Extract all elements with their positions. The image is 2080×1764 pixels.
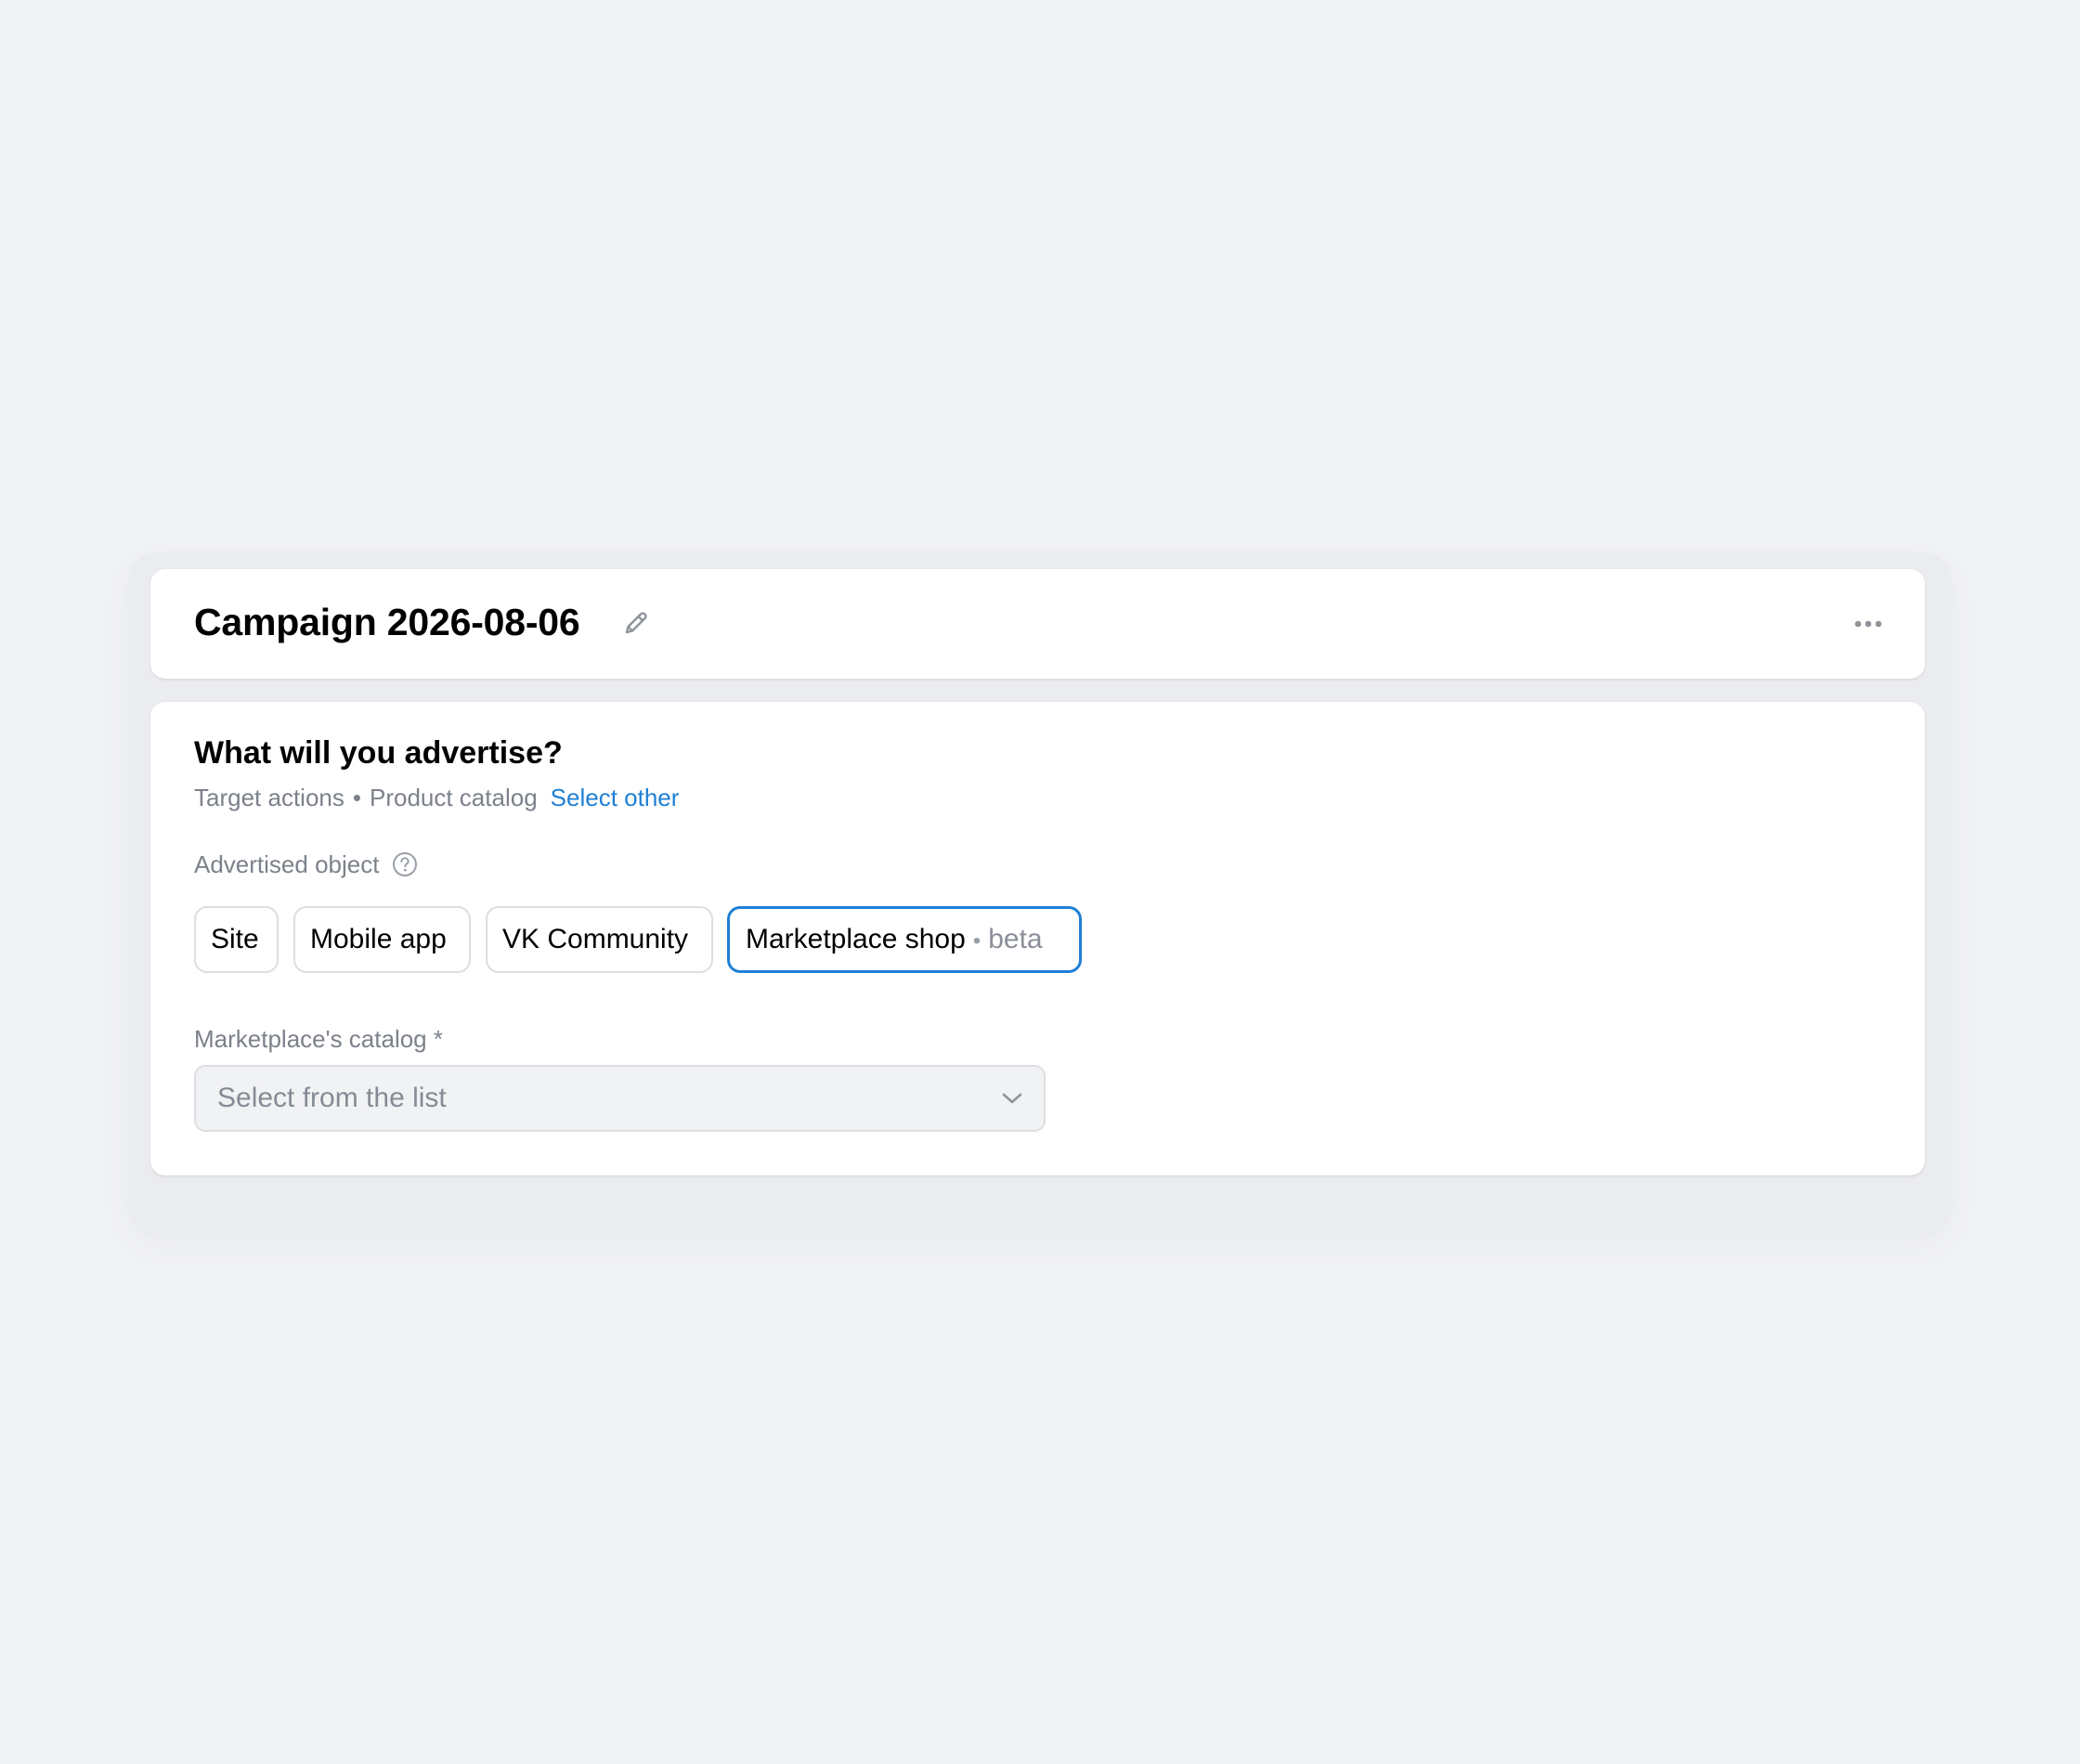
chevron-down-icon: [1002, 1093, 1022, 1104]
question-circle-icon[interactable]: [392, 851, 418, 877]
option-marketplace-shop[interactable]: Marketplace shop • beta: [727, 906, 1082, 973]
objective-summary: Target actions • Product catalog Select oth…: [194, 784, 679, 812]
objective-product-catalog: Product catalog: [369, 784, 538, 811]
subtitle-separator: •: [352, 784, 361, 811]
option-site[interactable]: Site: [194, 906, 279, 973]
pencil-icon[interactable]: [620, 607, 652, 639]
beta-badge: beta: [988, 924, 1043, 954]
option-vk-community[interactable]: VK Community: [486, 906, 713, 973]
advertised-object-label: Advertised object: [194, 850, 418, 879]
advertised-object-label-text: Advertised object: [194, 850, 380, 878]
select-other-link[interactable]: Select other: [551, 784, 680, 811]
beta-separator: •: [972, 928, 982, 953]
campaign-header-card: Campaign 2026-08-06: [150, 569, 1925, 679]
campaign-title: Campaign 2026-08-06: [194, 601, 580, 643]
objective-target-actions: Target actions: [194, 784, 344, 811]
option-marketplace-shop-label: Marketplace shop: [746, 924, 966, 954]
more-horizontal-icon[interactable]: [1852, 607, 1885, 641]
select-placeholder: Select from the list: [217, 1083, 447, 1113]
advertise-object-card: What will you advertise? Target actions •…: [150, 702, 1925, 1175]
option-mobile-app[interactable]: Mobile app: [293, 906, 471, 973]
marketplace-catalog-label: Marketplace's catalog *: [194, 1025, 443, 1053]
marketplace-catalog-select[interactable]: Select from the list: [194, 1065, 1046, 1132]
section-title: What will you advertise?: [194, 735, 563, 771]
